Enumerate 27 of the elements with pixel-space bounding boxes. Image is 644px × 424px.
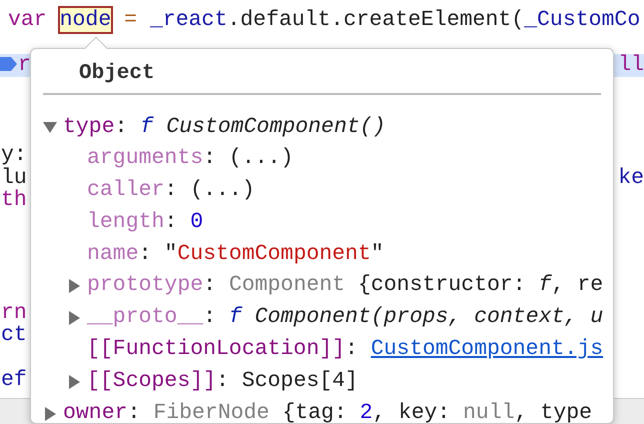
code-text: var node = _react.default.createElement(_CustomCo [8,8,640,32]
property-line[interactable]: arguments: (...) [87,143,294,176]
property-line[interactable]: [[Scopes]]: Scopes[4] [87,366,358,398]
property-line[interactable]: [[FunctionLocation]]: CustomComponent.js [87,334,604,366]
code-text: y: [1,143,27,167]
code-text: ll [618,54,644,76]
property-line[interactable]: __proto__: f Component(props, context, u [87,302,604,334]
code-text: th [1,188,27,212]
collapse-triangle-icon[interactable] [43,120,57,134]
property-line[interactable]: length: 0 [87,206,204,239]
expand-triangle-icon[interactable] [67,279,81,294]
expand-triangle-icon[interactable] [67,374,81,389]
property-line[interactable]: owner: FiberNode {tag: 2, key: null, type [63,398,592,423]
property-line[interactable]: caller: (...) [87,175,255,207]
popover-title: Object [79,62,155,85]
code-text: ke [618,166,644,189]
property-line[interactable]: prototype: Component {constructor: f, re [87,270,604,302]
property-line[interactable]: type: f CustomComponent() [63,112,386,144]
breakpoint-marker-icon[interactable] [0,55,18,74]
expand-triangle-icon[interactable] [43,406,57,421]
code-text: ef [1,368,27,392]
code-text: rn [1,300,27,324]
code-text: ct [1,323,27,347]
code-text: r [18,53,31,77]
property-line[interactable]: name: "CustomComponent" [87,238,384,270]
expand-triangle-icon[interactable] [67,311,81,326]
code-text: lu [1,166,27,190]
